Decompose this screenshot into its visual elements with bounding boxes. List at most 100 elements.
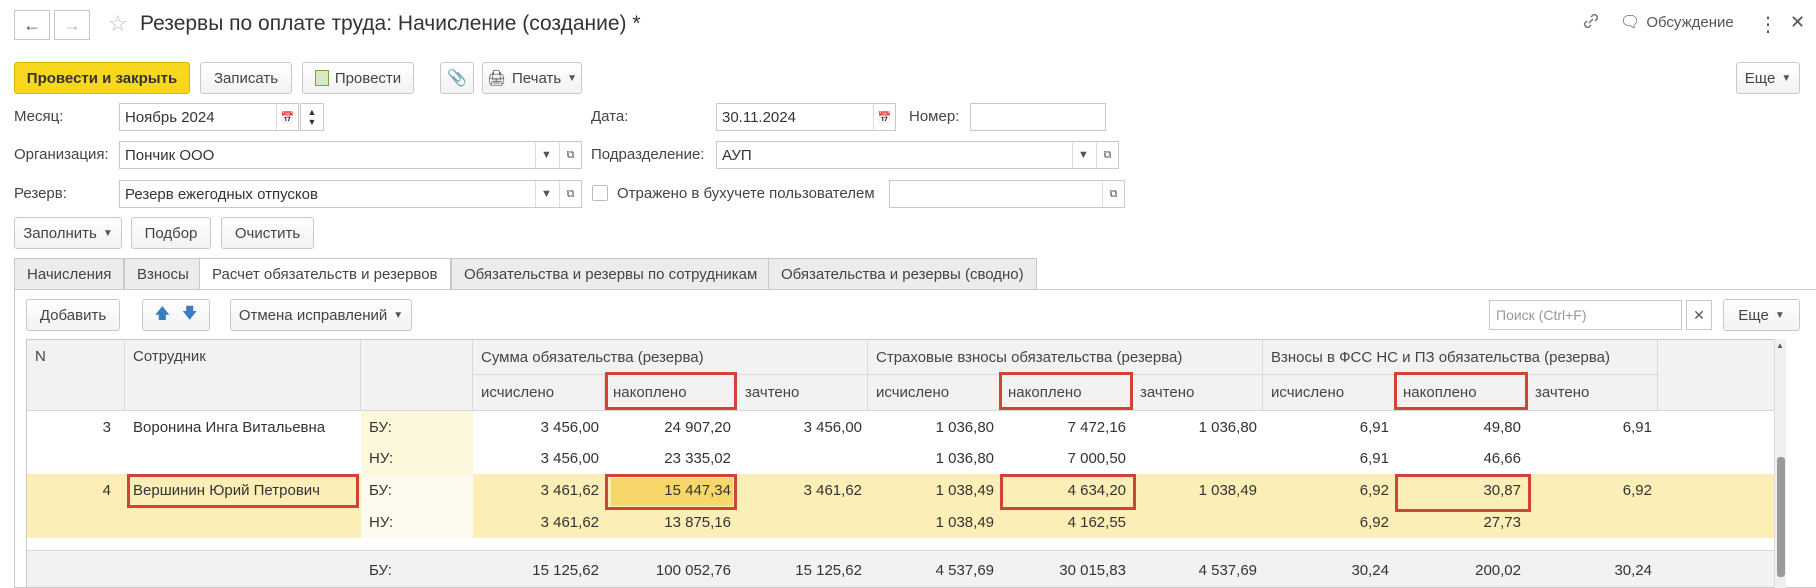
discussion-label: Обсуждение [1646, 13, 1734, 31]
open-icon[interactable]: ⧉ [1096, 142, 1118, 168]
value-cell[interactable] [1527, 442, 1658, 474]
reserves-table: N Сотрудник Сумма обязательства (резерва… [26, 339, 1784, 588]
col-sub-calc[interactable]: исчислено [868, 375, 1000, 411]
value-cell[interactable]: 3 456,00 [473, 442, 605, 474]
value-cell[interactable]: 6,91 [1263, 442, 1395, 474]
value-cell[interactable]: 23 335,02 [605, 442, 737, 474]
step-up-icon[interactable]: ▲ [308, 107, 317, 117]
arrow-up-icon[interactable]: 🡅 [155, 303, 170, 328]
value-cell[interactable]: 3 461,62 [473, 474, 605, 506]
table-scrollbar[interactable]: ▲ [1774, 339, 1786, 588]
close-icon[interactable]: ✕ [1790, 12, 1805, 33]
more-vertical-icon[interactable]: ⋮ [1758, 12, 1778, 37]
month-field[interactable]: Ноябрь 2024 📅 [119, 103, 299, 131]
link-icon[interactable] [1582, 12, 1600, 30]
value-cell[interactable]: 1 036,80 [868, 411, 1000, 443]
clear-search-icon[interactable]: ✕ [1686, 300, 1712, 330]
star-icon[interactable]: ☆ [108, 10, 128, 38]
col-sub-offset[interactable]: зачтено [1527, 375, 1658, 411]
organization-field[interactable]: Пончик ООО ▼ ⧉ [119, 141, 582, 169]
value-cell[interactable] [737, 442, 868, 474]
total-cell: 200,02 [1475, 561, 1521, 579]
open-icon[interactable]: ⧉ [1102, 181, 1124, 207]
tab-calculation[interactable]: Расчет обязательств и резервов [199, 258, 451, 290]
date-field[interactable]: 30.11.2024 📅 [716, 103, 896, 131]
month-value: Ноябрь 2024 [125, 108, 215, 126]
value-cell[interactable]: 6,92 [1263, 506, 1395, 538]
value-cell[interactable]: 3 461,62 [473, 506, 605, 538]
number-field[interactable] [970, 103, 1106, 131]
col-sub-calc[interactable]: исчислено [473, 375, 605, 411]
value-cell[interactable]: 1 038,49 [868, 474, 1000, 506]
fill-button[interactable]: Заполнить ▼ [14, 217, 122, 249]
col-sub-offset[interactable]: зачтено [1132, 375, 1263, 411]
value-cell[interactable]: 13 875,16 [605, 506, 737, 538]
scrollbar-thumb[interactable] [1777, 457, 1785, 577]
value-cell[interactable]: 3 456,00 [473, 411, 605, 443]
tab-summary[interactable]: Обязательства и резервы (сводно) [768, 258, 1037, 290]
month-stepper[interactable]: ▲ ▼ [300, 103, 324, 131]
open-icon[interactable]: ⧉ [559, 181, 581, 207]
value-cell[interactable]: 3 456,00 [737, 411, 868, 443]
value-cell[interactable]: 6,92 [1263, 474, 1395, 506]
value-cell[interactable] [1132, 442, 1263, 474]
print-button[interactable]: 🖨 Печать ▼ [482, 62, 582, 94]
value-cell[interactable]: 24 907,20 [605, 411, 737, 443]
print-label: Печать [512, 69, 562, 87]
value-cell[interactable]: 49,80 [1395, 411, 1527, 443]
value-cell[interactable]: 6,91 [1263, 411, 1395, 443]
pick-button[interactable]: Подбор [131, 217, 211, 249]
highlight-box [605, 474, 737, 510]
tab-accruals[interactable]: Начисления [14, 258, 125, 290]
reserve-field[interactable]: Резерв ежегодных отпусков ▼ ⧉ [119, 180, 582, 208]
dropdown-icon[interactable]: ▼ [535, 142, 557, 168]
department-field[interactable]: АУП ▼ ⧉ [716, 141, 1119, 169]
cancel-corrections-button[interactable]: Отмена исправлений ▼ [230, 299, 412, 331]
arrow-down-icon[interactable]: 🡇 [182, 303, 197, 328]
value-cell[interactable]: 1 036,80 [1132, 411, 1263, 443]
col-header-employee[interactable]: Сотрудник [125, 340, 361, 411]
dropdown-icon[interactable]: ▼ [535, 181, 557, 207]
employee-name[interactable]: Воронина Инга Витальевна [125, 411, 361, 443]
step-down-icon[interactable]: ▼ [308, 117, 317, 127]
value-cell[interactable]: 1 038,49 [1132, 474, 1263, 506]
calendar-icon[interactable]: 📅 [873, 104, 895, 130]
post-and-close-button[interactable]: Провести и закрыть [14, 62, 190, 94]
total-cell: 30,24 [1614, 561, 1652, 579]
value-cell[interactable]: 4 162,55 [1000, 506, 1132, 538]
forward-button[interactable]: → [54, 10, 90, 40]
value-cell[interactable]: 46,66 [1395, 442, 1527, 474]
attach-button[interactable]: 📎 [440, 62, 474, 94]
value-cell[interactable]: 6,92 [1527, 474, 1658, 506]
tab-contributions[interactable]: Взносы [124, 258, 202, 290]
value-cell[interactable]: 7 000,50 [1000, 442, 1132, 474]
discussion-button[interactable]: 🗨 Обсуждение [1620, 12, 1734, 32]
table-more-button[interactable]: Еще ▼ [1723, 299, 1800, 331]
value-cell[interactable]: 6,91 [1527, 411, 1658, 443]
value-cell[interactable]: 3 461,62 [737, 474, 868, 506]
post-button[interactable]: Провести [302, 62, 414, 94]
col-header-n[interactable]: N [27, 340, 125, 411]
value-cell[interactable]: 1 038,49 [868, 506, 1000, 538]
tab-by-employees[interactable]: Обязательства и резервы по сотрудникам [451, 258, 771, 290]
open-icon[interactable]: ⧉ [559, 142, 581, 168]
calendar-icon[interactable]: 📅 [276, 104, 298, 130]
reflected-checkbox[interactable] [592, 185, 608, 201]
scroll-up-icon[interactable]: ▲ [1776, 341, 1784, 350]
col-sub-calc[interactable]: исчислено [1263, 375, 1395, 411]
reflected-user-field[interactable]: ⧉ [889, 180, 1125, 208]
more-button[interactable]: Еще ▼ [1736, 62, 1800, 94]
search-input[interactable]: Поиск (Ctrl+F) [1489, 300, 1682, 330]
value-cell[interactable]: 1 036,80 [868, 442, 1000, 474]
value-cell[interactable] [1527, 506, 1658, 538]
back-button[interactable]: ← [14, 10, 50, 40]
add-button[interactable]: Добавить [26, 299, 120, 331]
col-sub-offset[interactable]: зачтено [737, 375, 868, 411]
clear-button[interactable]: Очистить [221, 217, 314, 249]
value-cell[interactable] [1132, 506, 1263, 538]
dropdown-icon[interactable]: ▼ [1072, 142, 1094, 168]
value-cell[interactable] [737, 506, 868, 538]
value-cell[interactable]: 7 472,16 [1000, 411, 1132, 443]
accounting-type: БУ: [369, 418, 392, 436]
save-button[interactable]: Записать [200, 62, 292, 94]
